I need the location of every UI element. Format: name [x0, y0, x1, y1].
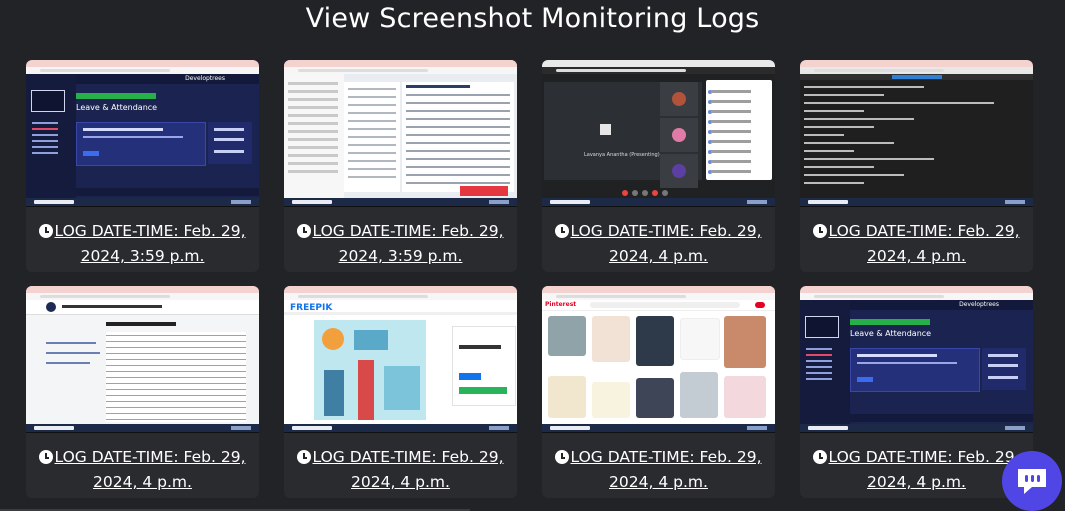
clock-icon [555, 450, 570, 464]
thumb-logo: Pinterest [545, 301, 577, 308]
clock-icon [297, 224, 312, 238]
log-screenshot-thumbnail[interactable]: Developtrees Leave & Attendance [26, 60, 259, 207]
log-link[interactable]: LOG DATE-TIME: Feb. 29, 2024, 4 p.m. [555, 448, 762, 491]
log-card: FREEPIK LOG DATE-TIME: Feb. 29, 2024, 4 … [284, 286, 517, 498]
log-card: Lavanya Anantha (Presenting) LOG DATE-TI… [542, 60, 775, 272]
log-card: Developtrees Leave & Attendance LOG DATE… [800, 286, 1033, 498]
log-card: Pinterest LOG DATE-TIME: Feb. 29, 2024, … [542, 286, 775, 498]
clock-icon [555, 224, 570, 238]
thumb-topbar-text: Developtrees [959, 301, 999, 308]
log-card: LOG DATE-TIME: Feb. 29, 2024, 4 p.m. [800, 60, 1033, 272]
log-link[interactable]: LOG DATE-TIME: Feb. 29, 2024, 4 p.m. [813, 222, 1020, 265]
log-link[interactable]: LOG DATE-TIME: Feb. 29, 2024, 4 p.m. [555, 222, 762, 265]
log-link[interactable]: LOG DATE-TIME: Feb. 29, 2024, 4 p.m. [39, 448, 246, 491]
log-screenshot-thumbnail[interactable] [284, 60, 517, 207]
log-screenshot-thumbnail[interactable]: Lavanya Anantha (Presenting) [542, 60, 775, 207]
clock-icon [297, 450, 312, 464]
log-link[interactable]: LOG DATE-TIME: Feb. 29, 2024, 3:59 p.m. [39, 222, 246, 265]
page-title: View Screenshot Monitoring Logs [305, 3, 760, 34]
log-card: LOG DATE-TIME: Feb. 29, 2024, 3:59 p.m. [284, 60, 517, 272]
log-link[interactable]: LOG DATE-TIME: Feb. 29, 2024, 4 p.m. [297, 448, 504, 491]
log-screenshot-thumbnail[interactable]: Developtrees Leave & Attendance [800, 286, 1033, 433]
log-link[interactable]: LOG DATE-TIME: Feb. 29, 2024, 4 p.m. [813, 448, 1020, 491]
log-screenshot-thumbnail[interactable]: Pinterest [542, 286, 775, 433]
thumb-topbar-text: Developtrees [185, 75, 225, 82]
clock-icon [39, 224, 54, 238]
log-card: LOG DATE-TIME: Feb. 29, 2024, 4 p.m. [26, 286, 259, 498]
log-grid: Developtrees Leave & Attendance LOG DATE… [26, 60, 1033, 498]
log-link[interactable]: LOG DATE-TIME: Feb. 29, 2024, 3:59 p.m. [297, 222, 504, 265]
chat-button[interactable] [1002, 451, 1062, 511]
clock-icon [813, 224, 828, 238]
log-screenshot-thumbnail[interactable] [800, 60, 1033, 207]
clock-icon [813, 450, 828, 464]
log-screenshot-thumbnail[interactable]: FREEPIK [284, 286, 517, 433]
thumb-heading: Leave & Attendance [850, 329, 932, 338]
log-screenshot-thumbnail[interactable] [26, 286, 259, 433]
log-card: Developtrees Leave & Attendance LOG DATE… [26, 60, 259, 272]
clock-icon [39, 450, 54, 464]
thumb-presenter-label: Lavanya Anantha (Presenting) [584, 152, 660, 158]
thumb-heading: Leave & Attendance [76, 103, 158, 112]
chat-bubble-icon [1018, 469, 1046, 494]
